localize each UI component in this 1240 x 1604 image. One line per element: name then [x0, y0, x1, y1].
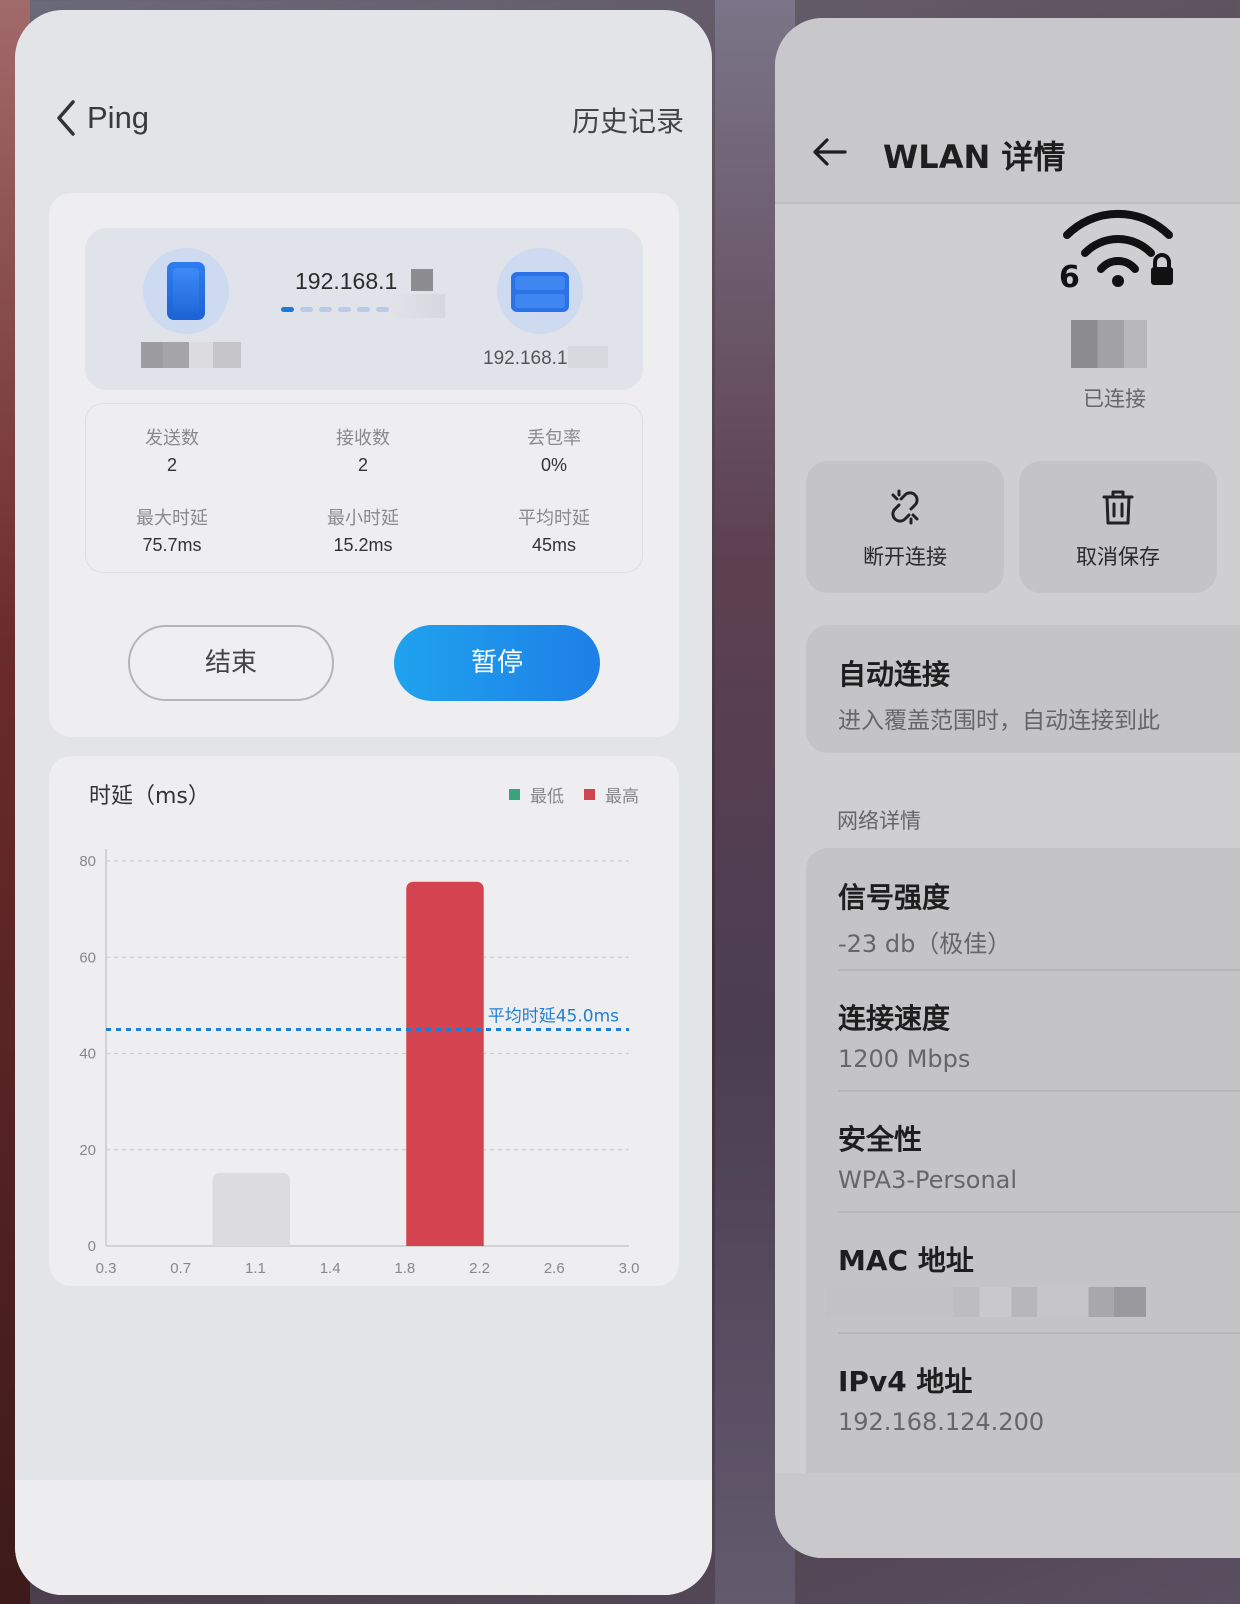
x-tick-label: 1.8: [394, 1260, 415, 1277]
pause-button[interactable]: 暂停: [394, 625, 600, 701]
device-name-redacted: [141, 342, 241, 368]
detail-signal: 信号强度 -23 db（极佳）: [838, 881, 1012, 958]
bar: [212, 1172, 291, 1246]
y-tick-label: 80: [79, 853, 96, 870]
bottom-area: [775, 1473, 1240, 1558]
y-tick-label: 40: [79, 1046, 96, 1063]
page-title: Ping: [87, 100, 150, 135]
svg-text:6: 6: [1059, 260, 1080, 289]
y-tick-label: 20: [79, 1142, 96, 1159]
phone-icon: [143, 248, 229, 334]
stat-loss: 丢包率 0%: [527, 428, 581, 475]
back-chevron-icon[interactable]: [47, 98, 87, 138]
ping-stats: 发送数 2 接收数 2 丢包率 0% 最大时延 75.7ms 最小时延 15.2ms 平均…: [85, 403, 643, 573]
ip-redacted: [568, 346, 608, 368]
detail-link-speed: 连接速度 1200 Mbps: [838, 1002, 971, 1073]
x-tick-label: 2.2: [469, 1260, 490, 1277]
unlink-icon: [806, 487, 1004, 531]
latency-chart: 0 20 40 60 80 0.3 0.7 1.1 1.4 1.8 2.2 2.6 3.0 平均时延45.…: [79, 849, 640, 1277]
end-button[interactable]: 结束: [128, 625, 334, 701]
latency-chart-panel: 时延（ms） 最低 最高 0 20 40 60 80 0.3 0.7 1.1 1.4 1.8 2.2…: [49, 756, 679, 1286]
stat-avg-latency: 平均时延 45ms: [518, 508, 590, 555]
target-ip: 192.168.1: [295, 268, 398, 294]
wlan-app-card[interactable]: WLAN 详情 6 已连接 断开连接 取消保存 自动连接 进入覆盖范围时，自动连…: [775, 18, 1240, 1558]
server-icon: [497, 248, 583, 334]
average-label: 平均时延45.0ms: [488, 1006, 619, 1026]
progress-dots: [281, 307, 389, 312]
x-tick-label: 0.3: [96, 1260, 117, 1277]
ping-panel: 192.168.1 192.168.1 发送数 2 接收数 2 丢包率 0% 最大时延…: [49, 193, 679, 737]
y-tick-label: 60: [79, 949, 96, 966]
network-details: 信号强度 -23 db（极佳） 连接速度 1200 Mbps 安全性 WPA3-Per…: [806, 848, 1240, 1488]
y-tick-label: 0: [88, 1238, 96, 1255]
ip-redacted: [385, 294, 445, 318]
x-tick-label: 0.7: [170, 1260, 191, 1277]
ip-redacted: [411, 269, 433, 291]
mac-redacted: [826, 1287, 1146, 1317]
bottom-area: [15, 1480, 712, 1595]
connection-status: 已连接: [1083, 387, 1146, 411]
x-tick-label: 1.4: [320, 1260, 341, 1277]
auto-connect-toggle[interactable]: 自动连接 进入覆盖范围时，自动连接到此: [806, 625, 1240, 753]
ping-app-card[interactable]: Ping 历史记录 192.168.1 192.168.1 发送数 2 接收数 2: [15, 10, 712, 1595]
stat-sent: 发送数 2: [145, 428, 199, 475]
local-ip: 192.168.1: [483, 348, 568, 369]
x-tick-label: 2.6: [544, 1260, 565, 1277]
history-button[interactable]: 历史记录: [572, 100, 684, 140]
connection-visual: 192.168.1 192.168.1: [85, 228, 643, 390]
wifi-locked-icon: 6: [1057, 201, 1179, 295]
disconnect-button[interactable]: 断开连接: [806, 461, 1004, 593]
network-name-redacted: [1071, 320, 1147, 368]
auto-connect-subtitle: 进入覆盖范围时，自动连接到此: [838, 708, 1160, 734]
bar: [406, 881, 484, 1246]
x-tick-label: 1.1: [245, 1260, 266, 1277]
stat-received: 接收数 2: [336, 428, 390, 475]
detail-security: 安全性 WPA3-Personal: [838, 1123, 1018, 1194]
section-label: 网络详情: [837, 809, 921, 833]
detail-mac: MAC 地址: [806, 1211, 1240, 1332]
page-title: WLAN 详情: [883, 138, 1066, 176]
x-tick-label: 3.0: [619, 1260, 640, 1277]
forget-network-button[interactable]: 取消保存: [1019, 461, 1217, 593]
detail-ipv4: IPv4 地址 192.168.124.200: [838, 1365, 1045, 1436]
auto-connect-title: 自动连接: [838, 658, 951, 691]
ping-header: Ping 历史记录: [15, 90, 712, 150]
stat-min-latency: 最小时延 15.2ms: [327, 508, 399, 555]
trash-icon: [1019, 487, 1217, 531]
back-arrow-icon[interactable]: [809, 132, 849, 172]
stat-max-latency: 最大时延 75.7ms: [136, 508, 208, 555]
